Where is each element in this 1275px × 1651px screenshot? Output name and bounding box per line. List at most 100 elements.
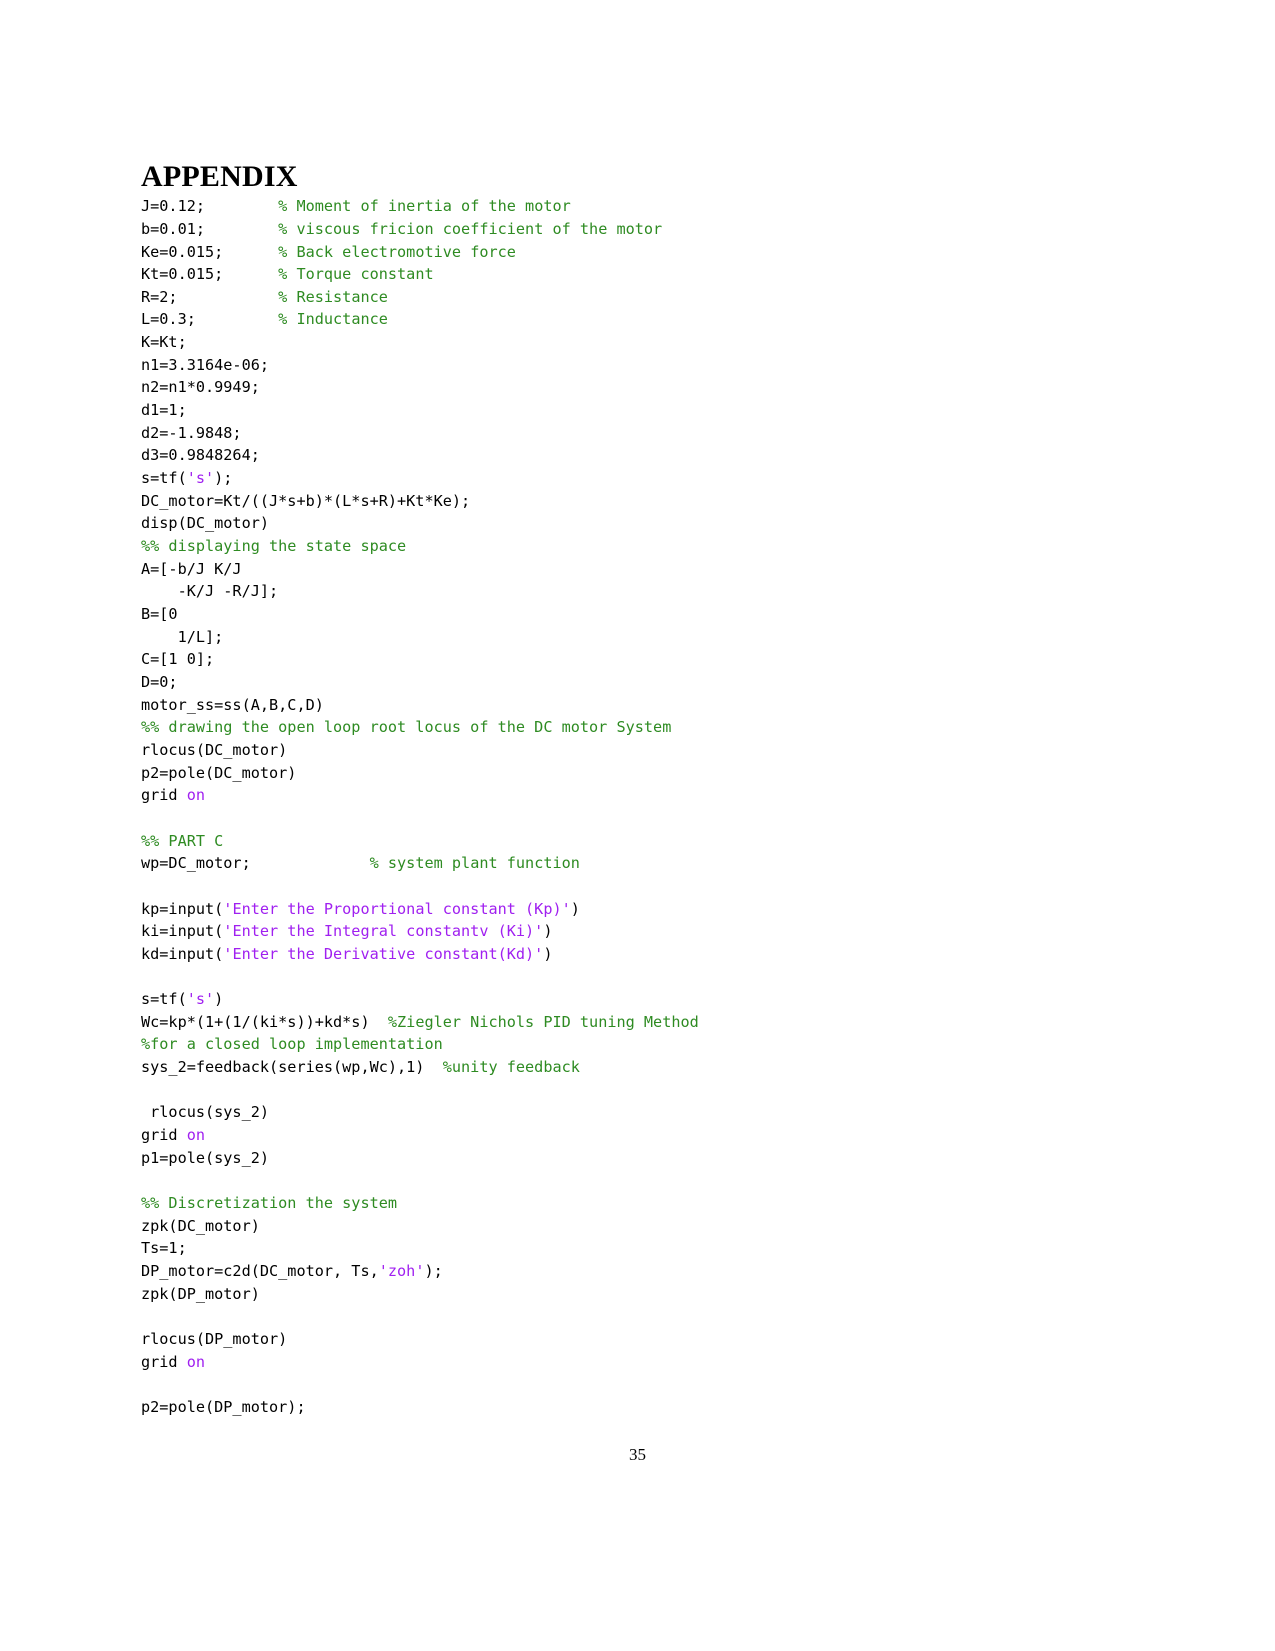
code-token-keyword: on: [186, 786, 206, 805]
code-line: Wc=kp*(1+(1/(ki*s))+kd*s) %Ziegler Nicho…: [141, 1011, 1141, 1034]
code-token-code: -K/J -R/J];: [141, 582, 279, 601]
code-token-code: zpk(DC_motor): [141, 1216, 260, 1235]
code-line: rlocus(DC_motor): [141, 739, 1141, 762]
page-title: APPENDIX: [141, 160, 298, 194]
code-token-code: DC_motor=Kt/((J*s+b)*(L*s+R)+Kt*Ke);: [141, 491, 471, 510]
code-token-code: [178, 288, 279, 306]
code-line: s=tf('s');: [141, 467, 1141, 490]
code-token-code: rlocus(sys_2): [141, 1103, 270, 1122]
code-line: d3=0.9848264;: [141, 444, 1141, 467]
code-token-code: D=0;: [141, 672, 178, 691]
code-line: rlocus(sys_2): [141, 1101, 1141, 1124]
code-token-code: kp=input(: [141, 899, 224, 918]
code-token-code: Kt=0.015;: [141, 265, 224, 284]
code-line: d2=-1.9848;: [141, 422, 1141, 445]
code-token-code: Ts=1;: [141, 1239, 187, 1258]
code-line: -K/J -R/J];: [141, 580, 1141, 603]
code-token-code: disp(DC_motor): [141, 514, 270, 533]
code-line: J=0.12; % Moment of inertia of the motor: [141, 195, 1141, 218]
code-token-code: );: [424, 1262, 443, 1281]
code-token-comment: %% drawing the open loop root locus of t…: [141, 718, 672, 737]
code-line: %% drawing the open loop root locus of t…: [141, 716, 1141, 739]
code-token-code: grid: [141, 786, 187, 805]
code-token-code: motor_ss=ss(A,B,C,D): [141, 695, 324, 714]
code-token-code: s=tf(: [141, 990, 187, 1009]
code-line: kp=input('Enter the Proportional constan…: [141, 898, 1141, 921]
code-line: R=2; % Resistance: [141, 286, 1141, 309]
code-token-string: 's': [186, 469, 215, 488]
code-token-code: [205, 220, 278, 238]
code-token-comment: % system plant function: [369, 854, 580, 873]
code-token-code: ki=input(: [141, 922, 224, 941]
code-token-code: Wc=kp*(1+(1/(ki*s))+kd*s): [141, 1012, 388, 1031]
code-token-comment: % Inductance: [278, 310, 388, 329]
code-token-code: Ke=0.015;: [141, 242, 224, 261]
code-token-code: [251, 854, 370, 872]
code-token-code: rlocus(DC_motor): [141, 740, 288, 759]
code-line: %for a closed loop implementation: [141, 1033, 1141, 1056]
code-token-keyword: on: [186, 1126, 206, 1145]
code-token-code: s=tf(: [141, 469, 187, 488]
code-token-string: 's': [186, 990, 215, 1009]
code-line: p1=pole(sys_2): [141, 1147, 1141, 1170]
code-token-code: kd=input(: [141, 944, 224, 963]
page-number: 35: [629, 1445, 646, 1464]
code-line: B=[0: [141, 603, 1141, 626]
code-token-comment: % Torque constant: [278, 265, 434, 284]
code-token-code: [205, 197, 278, 215]
code-line: Kt=0.015; % Torque constant: [141, 263, 1141, 286]
code-token-code: 1/L];: [141, 627, 224, 646]
code-line: L=0.3; % Inductance: [141, 308, 1141, 331]
matlab-code-listing: J=0.12; % Moment of inertia of the motor…: [141, 195, 1141, 1418]
code-line: D=0;: [141, 671, 1141, 694]
code-token-code: grid: [141, 1126, 187, 1145]
code-token-code: b=0.01;: [141, 219, 206, 238]
code-line: motor_ss=ss(A,B,C,D): [141, 694, 1141, 717]
code-token-code: ): [543, 944, 553, 963]
code-line: d1=1;: [141, 399, 1141, 422]
code-token-comment: % Back electromotive force: [278, 242, 516, 261]
code-line: grid on: [141, 1124, 1141, 1147]
code-token-comment: %% PART C: [141, 831, 224, 850]
code-token-code: L=0.3;: [141, 310, 196, 329]
code-token-code: K=Kt;: [141, 333, 187, 352]
code-line: ki=input('Enter the Integral constantv (…: [141, 920, 1141, 943]
code-token-code: wp=DC_motor;: [141, 854, 251, 873]
code-line: p2=pole(DC_motor): [141, 762, 1141, 785]
code-line: %% PART C: [141, 830, 1141, 853]
code-line: Ts=1;: [141, 1237, 1141, 1260]
code-token-code: zpk(DP_motor): [141, 1284, 260, 1303]
code-line: disp(DC_motor): [141, 512, 1141, 535]
document-page: APPENDIX J=0.12; % Moment of inertia of …: [0, 0, 1275, 1651]
code-token-code: rlocus(DP_motor): [141, 1330, 288, 1348]
code-token-code: grid: [141, 1352, 187, 1371]
code-token-code: A=[-b/J K/J: [141, 559, 242, 578]
code-token-code: ): [570, 899, 580, 918]
code-token-code: d1=1;: [141, 401, 187, 420]
code-line: p2=pole(DP_motor);: [141, 1396, 1141, 1419]
code-token-code: p2=pole(DP_motor);: [141, 1397, 306, 1416]
code-line: n2=n1*0.9949;: [141, 376, 1141, 399]
code-line: zpk(DC_motor): [141, 1215, 1141, 1238]
code-line: %% displaying the state space: [141, 535, 1141, 558]
code-token-comment: % viscous fricion coefficient of the mot…: [278, 219, 663, 238]
code-token-code: sys_2=feedback(series(wp,Wc),1): [141, 1058, 443, 1077]
code-line: n1=3.3164e-06;: [141, 354, 1141, 377]
code-token-code: C=[1 0];: [141, 650, 215, 669]
code-token-code: p1=pole(sys_2): [141, 1148, 270, 1167]
code-line: grid on: [141, 784, 1141, 807]
code-token-code: );: [214, 469, 233, 488]
code-line: K=Kt;: [141, 331, 1141, 354]
code-line: zpk(DP_motor): [141, 1283, 1141, 1306]
code-token-code: J=0.12;: [141, 197, 206, 216]
code-token-comment: %% displaying the state space: [141, 537, 407, 556]
code-token-string: 'Enter the Derivative constant(Kd)': [223, 944, 544, 963]
code-token-code: d3=0.9848264;: [141, 446, 260, 465]
code-line: b=0.01; % viscous fricion coefficient of…: [141, 218, 1141, 241]
code-token-code: ): [543, 922, 553, 941]
